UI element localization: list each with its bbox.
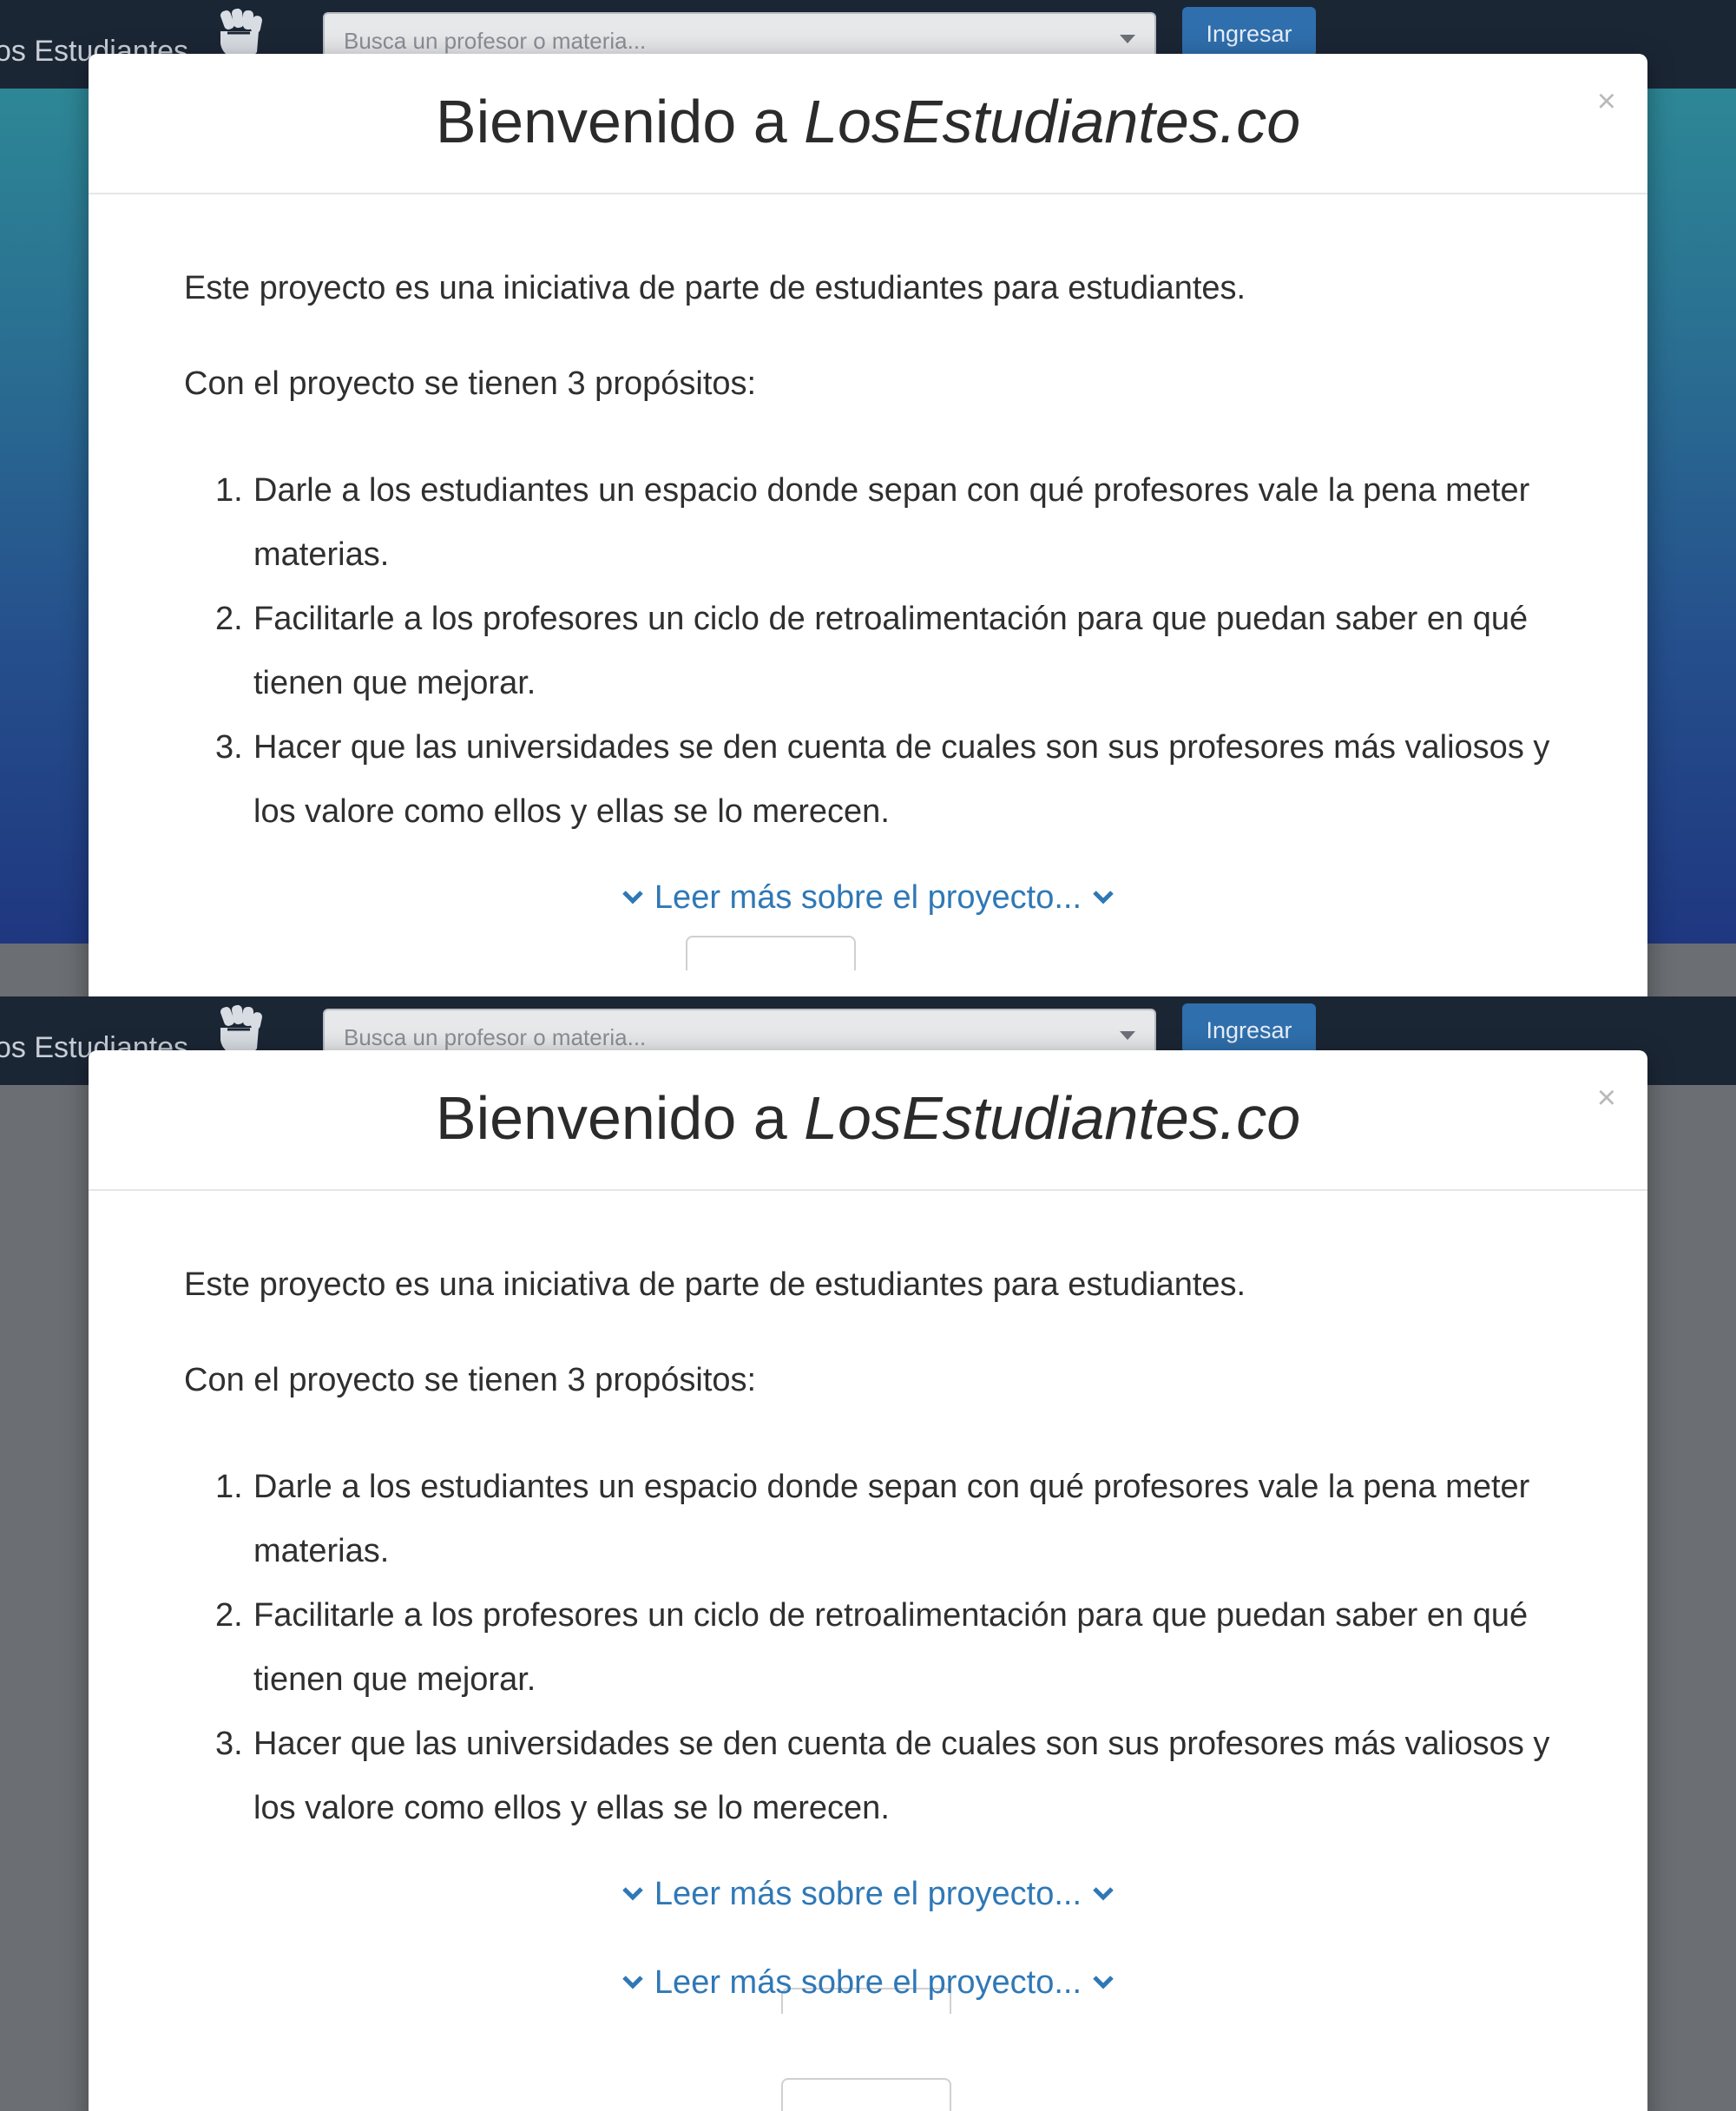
list-item: 1. Darle a los estudiantes un espacio don…	[215, 472, 1530, 573]
purposes-heading: Con el proyecto se tienen 3 propósitos:	[184, 365, 757, 402]
read-more-link[interactable]: Leer más sobre el proyecto...	[184, 877, 1552, 918]
modal-header: Bienvenido a LosEstudiantes.co ×	[89, 54, 1647, 194]
close-icon[interactable]: ×	[1597, 83, 1616, 121]
intro-text: Este proyecto es una iniciativa de parte…	[184, 1266, 1246, 1303]
list-item: 2. Facilitarle a los profesores un ciclo …	[215, 601, 1529, 701]
read-more-label: Leer más sobre el proyecto...	[654, 879, 1082, 916]
chevron-down-icon	[1093, 1976, 1114, 1989]
intro-text: Este proyecto es una iniciativa de parte…	[184, 270, 1246, 306]
read-more-link[interactable]: Leer más sobre el proyecto...	[184, 1873, 1552, 1915]
chevron-down-icon	[1093, 891, 1114, 904]
login-button[interactable]: Ingresar	[1182, 1003, 1316, 1054]
list-item: 3. Hacer que las universidades se den cue…	[215, 1726, 1550, 1826]
title-site: LosEstudiantes.co	[804, 1084, 1301, 1152]
close-icon[interactable]: ×	[1597, 1080, 1616, 1117]
screenshot-frame-bottom: os Estudiantes Busca un profesor o mater…	[0, 996, 1736, 2111]
read-more-link[interactable]: Leer más sobre el proyecto...	[184, 1962, 1552, 2003]
modal-action-button[interactable]	[781, 2078, 951, 2111]
welcome-modal: Bienvenido a LosEstudiantes.co × Este pr…	[89, 1050, 1647, 2111]
chevron-down-icon	[1093, 1887, 1114, 1901]
purposes-list: 1. Darle a los estudiantes un espacio don…	[184, 1455, 1552, 1840]
purposes-list: 1. Darle a los estudiantes un espacio don…	[184, 458, 1552, 844]
modal-title: Bienvenido a LosEstudiantes.co	[89, 1083, 1647, 1153]
read-more-label: Leer más sobre el proyecto...	[654, 1964, 1082, 2001]
list-item: 1. Darle a los estudiantes un espacio don…	[215, 1469, 1530, 1569]
title-prefix: Bienvenido a	[435, 1084, 805, 1152]
search-placeholder: Busca un profesor o materia...	[344, 1024, 647, 1050]
modal-header: Bienvenido a LosEstudiantes.co ×	[89, 1050, 1647, 1191]
modal-action-button[interactable]	[686, 936, 856, 970]
read-more-label: Leer más sobre el proyecto...	[654, 1876, 1082, 1912]
purposes-heading: Con el proyecto se tienen 3 propósitos:	[184, 1362, 757, 1398]
chevron-down-icon	[622, 1887, 643, 1901]
title-prefix: Bienvenido a	[435, 88, 805, 155]
title-site: LosEstudiantes.co	[804, 88, 1301, 155]
modal-title: Bienvenido a LosEstudiantes.co	[89, 87, 1647, 156]
modal-body: Este proyecto es una iniciativa de parte…	[89, 1264, 1647, 2111]
screenshot-frame-top: os Estudiantes Busca un profesor o mater…	[0, 0, 1736, 996]
list-item: 2. Facilitarle a los profesores un ciclo …	[215, 1597, 1529, 1698]
modal-body: Este proyecto es una iniciativa de parte…	[89, 267, 1647, 918]
chevron-down-icon[interactable]	[1120, 1031, 1135, 1040]
chevron-down-icon	[622, 1976, 643, 1989]
list-item: 3. Hacer que las universidades se den cue…	[215, 729, 1550, 830]
chevron-down-icon	[622, 891, 643, 904]
welcome-modal: Bienvenido a LosEstudiantes.co × Este pr…	[89, 54, 1647, 996]
